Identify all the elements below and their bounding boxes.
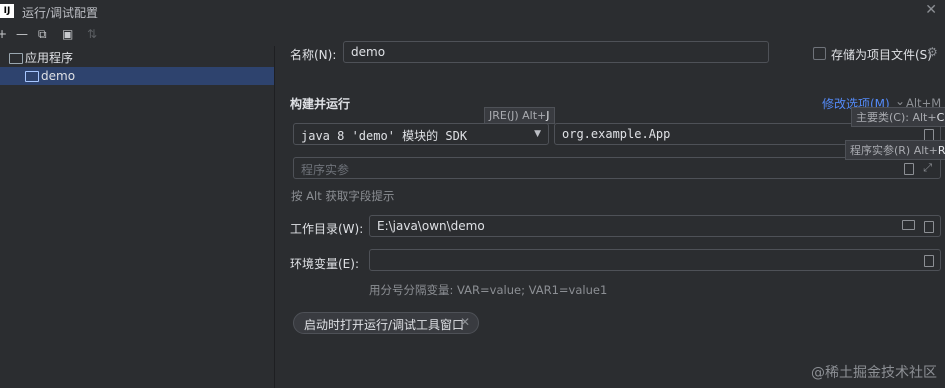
tree-group-label: 应用程序 (25, 51, 74, 65)
main-class-tooltip-text: 主要类(C): Alt+ (856, 111, 937, 124)
application-icon (25, 71, 39, 82)
remove-icon[interactable]: — (16, 27, 28, 41)
close-icon[interactable]: ✕ (460, 315, 470, 329)
close-icon[interactable]: ✕ (925, 2, 937, 18)
program-args-tooltip-key: R (937, 144, 945, 157)
chip-label: 启动时打开运行/调试工具窗口 (304, 318, 465, 332)
config-tree-panel: 应用程序 demo (0, 46, 275, 388)
section-title: 构建并运行 (290, 97, 351, 111)
main-class-tooltip: 主要类(C): Alt+C (851, 107, 945, 127)
program-args-field[interactable]: 程序实参 ⤢ (293, 157, 941, 179)
folder-icon[interactable] (902, 220, 915, 230)
env-label: 环境变量(E): (290, 257, 359, 271)
gear-icon[interactable]: ⚙ (927, 45, 938, 59)
folder-icon[interactable]: ▣ (62, 27, 73, 41)
name-field[interactable]: demo (343, 41, 769, 63)
name-label: 名称(N): (290, 48, 337, 62)
program-args-placeholder: 程序实参 (301, 163, 350, 177)
alt-hint: 按 Alt 获取字段提示 (291, 189, 395, 203)
edit-icon[interactable] (924, 221, 934, 233)
program-args-tooltip: 程序实参(R) Alt+R (845, 140, 945, 160)
store-as-file-label: 存储为项目文件(S) (831, 48, 932, 62)
jre-tooltip-text: JRE(J) Alt+ (489, 109, 547, 122)
workdir-field[interactable]: E:\java\own\demo (369, 215, 941, 237)
env-field[interactable] (369, 249, 941, 271)
store-as-file-checkbox[interactable] (813, 47, 826, 60)
jre-tooltip: JRE(J) Alt+J (484, 107, 555, 124)
jre-value: java 8 'demo' 模块的 SDK (301, 129, 468, 143)
sort-icon[interactable]: ⇅ (87, 27, 97, 41)
tree-item-demo[interactable]: demo (0, 67, 274, 85)
workdir-label: 工作目录(W): (290, 222, 364, 236)
window-title: 运行/调试配置 (22, 6, 99, 20)
edit-icon[interactable] (904, 163, 914, 175)
dropdown-arrow-icon: ▼ (534, 129, 541, 139)
folder-icon (9, 53, 23, 64)
toolbar: + — ⧉ ▣ ⇅ (0, 24, 274, 46)
program-args-tooltip-text: 程序实参(R) Alt+ (850, 144, 938, 157)
add-icon[interactable]: + (0, 27, 7, 41)
open-tool-window-chip[interactable]: 启动时打开运行/调试工具窗口 ✕ (293, 312, 479, 334)
chevron-down-icon: ⌄ (895, 94, 906, 108)
workdir-value: E:\java\own\demo (377, 219, 485, 233)
main-class-value: org.example.App (562, 127, 671, 141)
tree-item-label: demo (41, 69, 76, 83)
name-value: demo (351, 45, 386, 59)
app-logo: IJ (0, 4, 14, 18)
jre-tooltip-key: J (546, 109, 550, 122)
expand-icon[interactable]: ⤢ (923, 161, 932, 175)
env-hint: 用分号分隔变量: VAR=value; VAR1=value1 (369, 283, 608, 297)
watermark: @稀土掘金技术社区 (811, 365, 937, 381)
main-class-tooltip-key: C (936, 111, 945, 124)
tree-group-application[interactable]: 应用程序 (0, 49, 274, 67)
title-bar: IJ 运行/调试配置 ✕ (0, 0, 945, 22)
edit-icon[interactable] (924, 255, 934, 267)
copy-icon[interactable]: ⧉ (38, 27, 47, 41)
config-form: 名称(N): demo 存储为项目文件(S) ⚙ 构建并运行 修改选项(M) ⌄… (275, 22, 945, 388)
jre-select[interactable]: java 8 'demo' 模块的 SDK ▼ (293, 123, 549, 145)
